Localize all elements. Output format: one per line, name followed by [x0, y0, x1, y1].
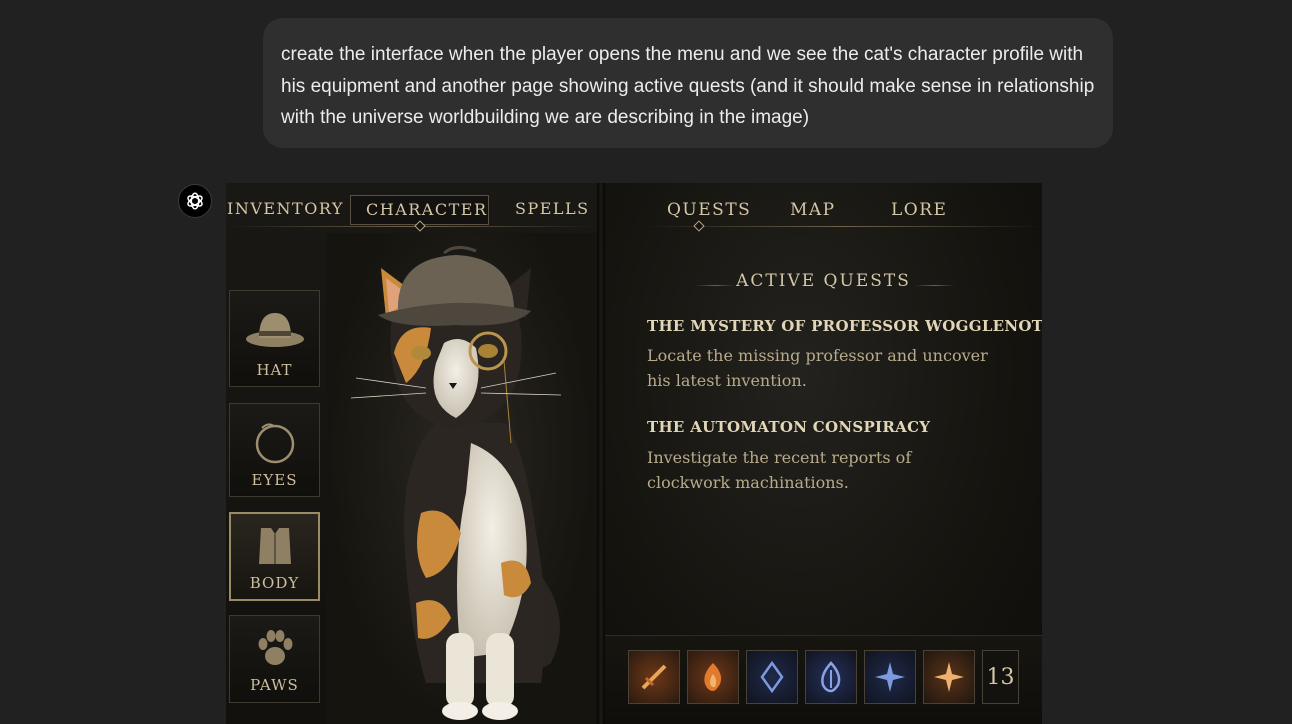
skill-slot-6[interactable]: [923, 650, 975, 704]
openai-logo-icon: [187, 192, 203, 210]
monocle-icon: [255, 423, 294, 464]
quest-title-1[interactable]: THE MYSTERY OF PROFESSOR WOGGLENOT: [647, 317, 1042, 335]
quest-title-2[interactable]: THE AUTOMATON CONSPIRACY: [647, 418, 930, 436]
user-message-bubble: create the interface when the player ope…: [263, 18, 1113, 148]
coat-icon: [258, 528, 291, 564]
skill-slot-4[interactable]: [805, 650, 857, 704]
equip-slot-eyes[interactable]: EYES: [229, 403, 320, 497]
skill-bar: 13: [605, 635, 1042, 724]
tab-map[interactable]: MAP: [790, 200, 836, 220]
skill-slot-3[interactable]: [746, 650, 798, 704]
tab-inventory[interactable]: INVENTORY: [227, 199, 344, 218]
game-menu-image: INVENTORY CHARACTER SPELLS HAT EYES BODY…: [226, 183, 1042, 724]
tab-character[interactable]: CHARACTER: [366, 200, 488, 219]
skill-slot-5[interactable]: [864, 650, 916, 704]
quest-description-2: Investigate the recent reports of clockw…: [647, 448, 912, 492]
star-rune-icon: [875, 662, 905, 692]
skill-slot-2[interactable]: [687, 650, 739, 704]
right-tab-underline: [645, 226, 1042, 227]
slot-label-eyes: EYES: [251, 471, 298, 489]
quest-description-1: Locate the missing professor and uncover…: [647, 346, 988, 390]
amber-star-icon: [934, 662, 964, 692]
character-panel: INVENTORY CHARACTER SPELLS HAT EYES BODY…: [226, 183, 597, 724]
sword-skill-icon: [641, 664, 667, 690]
tab-lore[interactable]: LORE: [891, 200, 947, 220]
equip-slot-paws[interactable]: PAWS: [229, 615, 320, 703]
skill-count-badge: 13: [982, 650, 1019, 704]
slot-label-paws: PAWS: [250, 676, 299, 694]
quests-panel: QUESTS MAP LORE ACTIVE QUESTS THE MYSTER…: [605, 183, 1042, 724]
character-portrait: [326, 233, 596, 724]
active-quest-tab-diamond: [693, 220, 705, 232]
tab-quests[interactable]: QUESTS: [667, 200, 751, 220]
tab-spells[interactable]: SPELLS: [515, 199, 590, 218]
slot-label-body: BODY: [249, 574, 300, 592]
heading-rule-right: [915, 285, 955, 286]
user-message-text: create the interface when the player ope…: [281, 44, 1095, 128]
skill-slot-1[interactable]: [628, 650, 680, 704]
tab-underline: [226, 226, 597, 227]
panel-divider: [597, 183, 605, 724]
slot-label-hat: HAT: [256, 361, 293, 379]
blue-flame-icon: [821, 661, 841, 693]
calico-cat-detective-portrait: [350, 246, 562, 720]
flame-skill-icon: [704, 663, 722, 691]
equip-slot-hat[interactable]: HAT: [229, 290, 320, 387]
arcane-rune-icon: [760, 660, 784, 694]
deerstalker-hat-icon: [245, 313, 304, 347]
equip-slot-body[interactable]: BODY: [229, 512, 320, 601]
active-quests-heading: ACTIVE QUESTS: [736, 271, 911, 291]
assistant-avatar: [178, 184, 212, 218]
paw-print-icon: [258, 630, 292, 665]
